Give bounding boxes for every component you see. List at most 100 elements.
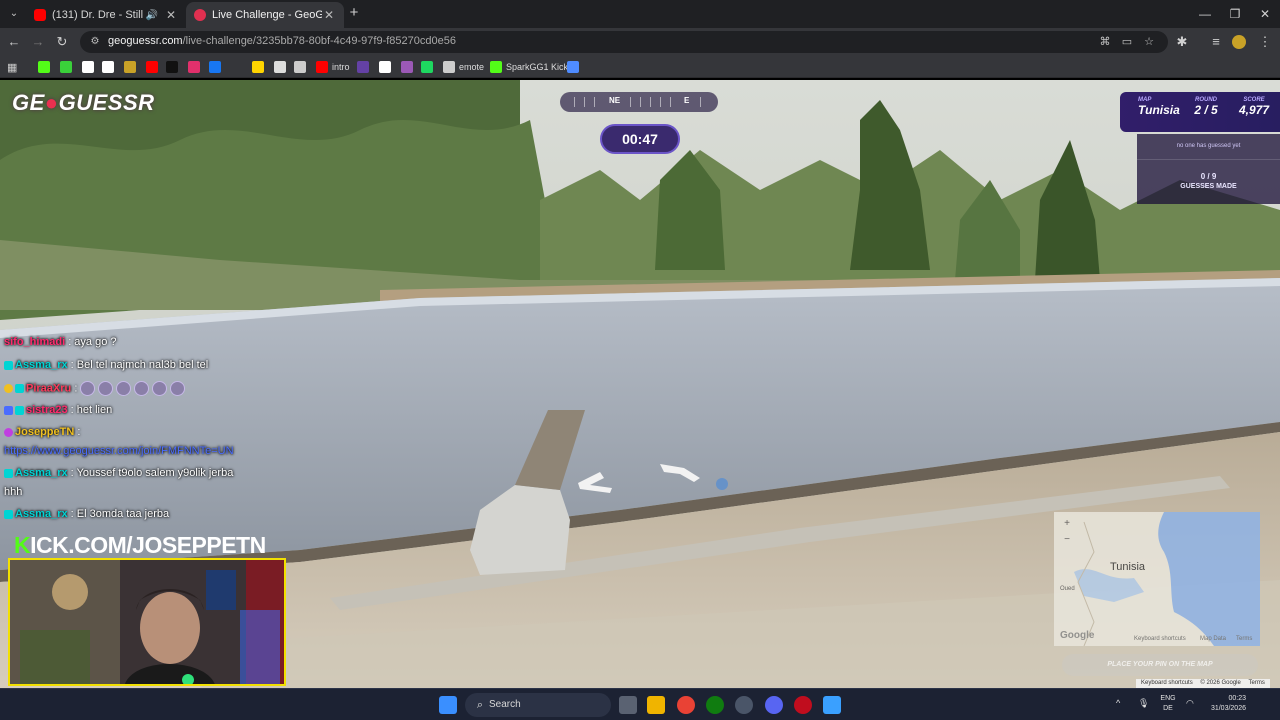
bookmark-item[interactable] — [188, 60, 204, 74]
reload-icon[interactable]: ↻ — [53, 33, 71, 51]
apps-grid-icon[interactable]: ▦ — [7, 60, 17, 74]
language-indicator[interactable]: ENG DE — [1158, 694, 1178, 714]
attribution-shortcuts-link[interactable]: Keyboard shortcuts — [1141, 680, 1193, 686]
tab-search-icon[interactable]: ⌄ — [6, 6, 22, 22]
zoom-in-icon[interactable]: + — [1061, 518, 1073, 530]
zoom-out-icon[interactable]: − — [1061, 534, 1073, 546]
tab-youtube[interactable]: (131) Dr. Dre - Still D.R.E. ft. 🔊 ✕ — [26, 2, 186, 28]
speaker-icon[interactable]: 🔊 — [146, 10, 158, 21]
bookmark-item[interactable] — [379, 60, 395, 74]
profile-avatar[interactable] — [1232, 35, 1246, 49]
bookmark-favicon-icon — [379, 61, 391, 73]
back-icon[interactable]: ← — [5, 33, 23, 51]
terms-link[interactable]: Terms — [1236, 636, 1252, 642]
bookmark-item[interactable] — [60, 60, 76, 74]
bookmark-favicon-icon — [166, 61, 178, 73]
search-icon: ⌕ — [476, 699, 484, 711]
minimize-icon[interactable]: — — [1190, 4, 1220, 24]
tray-chevron-icon[interactable]: ^ — [1116, 698, 1120, 708]
youtube-favicon-icon — [34, 9, 46, 21]
bookmark-item[interactable] — [357, 60, 373, 74]
bookmark-item[interactable] — [274, 60, 290, 74]
chrome-icon[interactable] — [677, 696, 695, 714]
bookmark-label: emote — [459, 62, 485, 72]
bookmark-item[interactable] — [252, 60, 268, 74]
bookmark-item[interactable] — [567, 60, 583, 74]
bookmark-favicon-icon — [60, 61, 72, 73]
bookmark-item[interactable] — [38, 60, 54, 74]
address-bar[interactable]: ⚙ geoguessr.com/live-challenge/3235bb78-… — [80, 31, 1168, 53]
chat-link: https://www.geoguessr.com/join/FMFNNTe=U… — [4, 445, 234, 457]
wifi-icon[interactable]: ◠ — [1186, 698, 1194, 709]
xbox-icon[interactable] — [706, 696, 724, 714]
bookmark-favicon-icon — [490, 61, 502, 73]
notepad-icon[interactable] — [823, 696, 841, 714]
map-data-link[interactable]: Map Data — [1200, 636, 1226, 642]
app-icon[interactable] — [735, 696, 753, 714]
emote-icon — [80, 381, 96, 396]
compass-label-ne: NE — [609, 96, 621, 105]
new-tab-icon[interactable]: + — [346, 5, 362, 21]
guess-note: no one has guessed yet — [1176, 143, 1241, 149]
menu-icon[interactable]: ⋮ — [1256, 33, 1274, 51]
geoguessr-logo[interactable]: GE●GUESSR — [12, 90, 155, 120]
close-window-icon[interactable]: ✕ — [1250, 4, 1280, 24]
extensions-icon[interactable]: ✱ — [1173, 33, 1191, 51]
emote-icon — [170, 381, 186, 396]
obs-icon[interactable] — [794, 696, 812, 714]
start-windows-icon[interactable] — [439, 696, 457, 714]
place-pin-button[interactable]: PLACE YOUR PIN ON THE MAP — [1062, 654, 1258, 676]
translate-icon[interactable]: ⌘ — [1098, 35, 1112, 49]
guess-minimap[interactable]: + − Tunisia Oued Google Keyboard shortcu… — [1054, 512, 1260, 646]
discord-icon[interactable] — [765, 696, 783, 714]
attribution-terms-link[interactable]: Terms — [1249, 680, 1265, 686]
bookmark-label: SparkGG1 Kick — [506, 62, 569, 72]
tab-geoguessr[interactable]: Live Challenge - GeoGuessr ✕ — [186, 2, 344, 28]
navigation-bar: ← → ↻ ⚙ geoguessr.com/live-challenge/323… — [0, 28, 1280, 56]
chat-message-continued: hhh — [4, 486, 23, 498]
file-explorer-icon[interactable] — [647, 696, 665, 714]
bookmark-favicon-icon — [357, 61, 369, 73]
task-view-icon[interactable] — [619, 696, 637, 714]
streamer-webcam-image — [10, 560, 284, 684]
bookmark-favicon-icon — [421, 61, 433, 73]
bookmark-item[interactable] — [102, 60, 118, 74]
bookmark-item[interactable]: emote — [443, 60, 484, 74]
bookmark-star-icon[interactable]: ☆ — [1142, 35, 1156, 49]
tab-title: Live Challenge - GeoGuessr — [212, 9, 322, 21]
bookmark-item[interactable] — [82, 60, 98, 74]
bookmark-item[interactable] — [146, 60, 162, 74]
bookmark-item[interactable] — [401, 60, 417, 74]
close-tab-icon[interactable]: ✕ — [322, 8, 336, 22]
game-status-panel: MAP Tunisia ROUND 2 / 5 SCORE 4,977 — [1120, 92, 1280, 132]
bookmark-item[interactable] — [166, 60, 182, 74]
bookmark-label: intro — [332, 62, 350, 72]
bookmark-item[interactable] — [294, 60, 310, 74]
microphone-icon[interactable]: 🎙 — [1138, 698, 1149, 709]
bookmark-item[interactable] — [209, 60, 225, 74]
minimap-town-label: Oued — [1060, 586, 1075, 592]
chat-message: sistra23 : het lien — [4, 404, 112, 416]
close-tab-icon[interactable]: ✕ — [164, 8, 178, 22]
taskbar-search[interactable]: ⌕ Search — [465, 693, 611, 717]
restore-icon[interactable]: ❐ — [1220, 4, 1250, 24]
site-info-icon[interactable]: ⚙ — [88, 35, 102, 49]
tab-strip: ⌄ (131) Dr. Dre - Still D.R.E. ft. 🔊 ✕ L… — [0, 0, 1280, 28]
media-icon[interactable]: ≡ — [1207, 33, 1225, 51]
bookmark-favicon-icon — [567, 61, 579, 73]
keyboard-shortcuts-link[interactable]: Keyboard shortcuts — [1134, 636, 1186, 642]
bookmark-item[interactable] — [124, 60, 140, 74]
bookmark-item[interactable] — [421, 60, 437, 74]
cast-icon[interactable]: ▭ — [1120, 35, 1134, 49]
bookmark-item[interactable]: intro — [316, 60, 350, 74]
emote-icon — [152, 381, 168, 396]
system-clock[interactable]: 00:23 31/03/2026 — [1196, 694, 1246, 714]
bookmark-item[interactable]: SparkGG1 Kick — [490, 60, 568, 74]
bookmark-favicon-icon — [274, 61, 286, 73]
search-label: Search — [489, 699, 521, 710]
geoguessr-favicon-icon — [194, 9, 206, 21]
minimap-country-label: Tunisia — [1110, 561, 1146, 573]
forward-icon[interactable]: → — [29, 33, 47, 51]
url-text[interactable]: geoguessr.com/live-challenge/3235bb78-80… — [108, 35, 456, 47]
guesses-count: 0 / 9 — [1200, 172, 1217, 181]
